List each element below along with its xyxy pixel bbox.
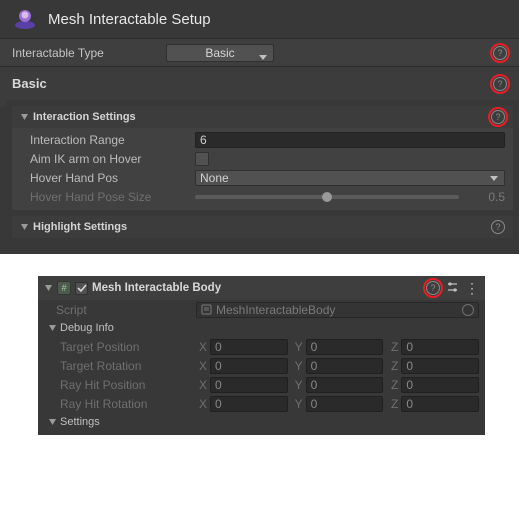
interactable-type-label: Interactable Type	[12, 46, 166, 60]
vec-y-input[interactable]: 0	[306, 339, 384, 355]
interaction-settings-header[interactable]: Interaction Settings ?	[12, 106, 513, 128]
vec-x-input[interactable]: 0	[210, 358, 288, 374]
component-title: Mesh Interactable Body	[92, 282, 221, 294]
help-icon[interactable]: ?	[426, 281, 440, 295]
interaction-range-row: Interaction Range 6	[12, 130, 513, 149]
aim-ik-checkbox[interactable]	[195, 152, 209, 166]
target-position-row: Target Position X0 Y0 Z0	[38, 337, 485, 356]
help-icon[interactable]: ?	[493, 77, 507, 91]
component-header[interactable]: # Mesh Interactable Body ? ⋮	[38, 276, 485, 300]
hover-hand-pos-dropdown[interactable]: None	[195, 170, 505, 186]
interaction-settings-section: Interaction Settings ? Interaction Range…	[12, 106, 513, 210]
interaction-range-input[interactable]: 6	[195, 132, 505, 148]
hover-hand-pose-size-slider[interactable]	[195, 195, 459, 199]
foldout-open-icon	[44, 284, 53, 293]
panel-title: Mesh Interactable Setup	[48, 11, 211, 28]
vec-y-input[interactable]: 0	[306, 396, 384, 412]
help-icon[interactable]: ?	[493, 46, 507, 60]
hover-hand-pose-size-value: 0.5	[465, 190, 505, 204]
chevron-down-icon	[259, 50, 267, 64]
vec-z-input[interactable]: 0	[401, 377, 479, 393]
ray-hit-position-row: Ray Hit Position X0 Y0 Z0	[38, 375, 485, 394]
mesh-logo-icon	[12, 8, 38, 30]
hover-hand-pos-row: Hover Hand Pos None	[12, 168, 513, 187]
foldout-open-icon	[48, 324, 57, 333]
help-icon[interactable]: ?	[491, 110, 505, 124]
vec-y-input[interactable]: 0	[306, 377, 384, 393]
mesh-interactable-body-component: # Mesh Interactable Body ? ⋮ Script Mesh…	[38, 276, 485, 435]
script-icon: #	[57, 281, 71, 295]
help-icon[interactable]: ?	[491, 220, 505, 234]
vec-x-input[interactable]: 0	[210, 339, 288, 355]
ray-hit-rotation-row: Ray Hit Rotation X0 Y0 Z0	[38, 394, 485, 413]
vec-z-input[interactable]: 0	[401, 339, 479, 355]
object-picker-icon[interactable]	[462, 304, 474, 316]
debug-info-header[interactable]: Debug Info	[38, 319, 485, 337]
vec-z-input[interactable]: 0	[401, 358, 479, 374]
vec-y-input[interactable]: 0	[306, 358, 384, 374]
slider-knob[interactable]	[322, 192, 332, 202]
panel-header: Mesh Interactable Setup	[0, 0, 519, 38]
interactable-type-dropdown[interactable]: Basic	[166, 44, 274, 62]
foldout-open-icon	[20, 113, 29, 122]
vec-x-input[interactable]: 0	[210, 396, 288, 412]
settings-header[interactable]: Settings	[38, 413, 485, 431]
highlight-settings-section: Highlight Settings ?	[12, 216, 513, 238]
presets-icon[interactable]	[446, 281, 459, 296]
aim-ik-row: Aim IK arm on Hover	[12, 149, 513, 168]
setup-panel: Mesh Interactable Setup Interactable Typ…	[0, 0, 519, 254]
menu-icon[interactable]: ⋮	[465, 280, 479, 297]
basic-section-title: Basic	[12, 76, 47, 91]
interactable-type-row: Interactable Type Basic ?	[0, 38, 519, 66]
component-enable-checkbox[interactable]	[75, 282, 88, 295]
script-field[interactable]: MeshInteractableBody	[196, 302, 479, 318]
interaction-fields: Interaction Range 6 Aim IK arm on Hover …	[12, 128, 513, 210]
hover-hand-pose-size-row: Hover Hand Pose Size 0.5	[12, 187, 513, 206]
chevron-down-icon	[490, 171, 498, 185]
highlight-settings-header[interactable]: Highlight Settings ?	[12, 216, 513, 238]
foldout-open-icon	[48, 418, 57, 427]
basic-section-header: Basic ?	[0, 66, 519, 100]
script-file-icon	[201, 304, 212, 315]
target-rotation-row: Target Rotation X0 Y0 Z0	[38, 356, 485, 375]
vec-z-input[interactable]: 0	[401, 396, 479, 412]
script-row: Script MeshInteractableBody	[38, 300, 485, 319]
vec-x-input[interactable]: 0	[210, 377, 288, 393]
foldout-open-icon	[20, 223, 29, 232]
